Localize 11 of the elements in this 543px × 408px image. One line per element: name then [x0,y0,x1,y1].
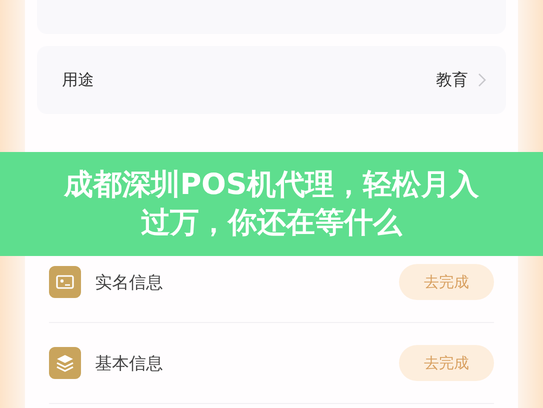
banner-title: 成都深圳POS机代理，轻松月入过万，你还在等什么 [62,166,480,241]
task-label: 基本信息 [95,352,164,374]
layers-icon [49,347,81,379]
setting-value: 教育 [436,70,468,90]
complete-button[interactable]: 去完成 [399,264,494,300]
id-card-icon [49,266,81,298]
setting-row[interactable]: 用途 教育 [37,46,506,114]
setting-label: 用途 [62,70,95,90]
task-label: 实名信息 [95,272,164,294]
complete-button[interactable]: 去完成 [399,345,494,381]
chevron-icon [478,73,486,87]
